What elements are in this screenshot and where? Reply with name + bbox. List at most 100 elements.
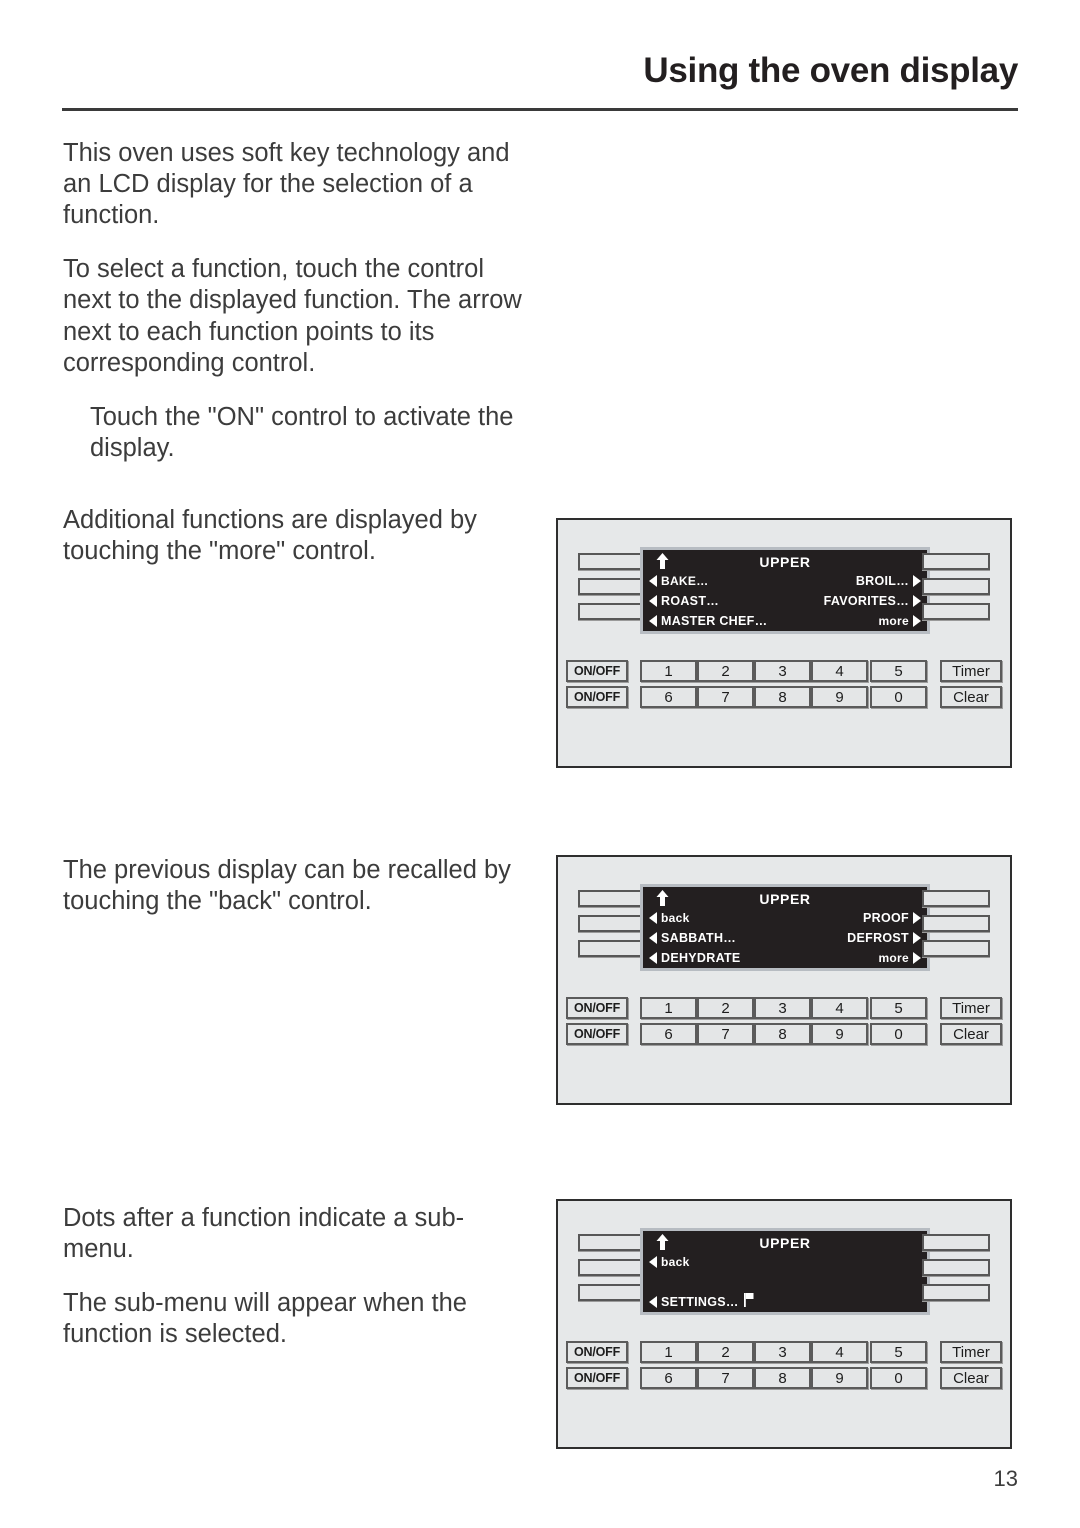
lcd-menu-item-left[interactable]: BAKE… bbox=[649, 571, 709, 591]
page-number: 13 bbox=[993, 1466, 1018, 1491]
on-off-button-lower[interactable]: ON/OFF bbox=[566, 686, 628, 708]
key-9[interactable]: 9 bbox=[811, 1023, 868, 1045]
lcd-menu-item-right[interactable]: FAVORITES… bbox=[824, 591, 921, 611]
left-softkey-column bbox=[578, 1234, 646, 1309]
key-0[interactable]: 0 bbox=[870, 1023, 927, 1045]
on-off-button-upper[interactable]: ON/OFF bbox=[566, 660, 628, 682]
lcd-menu-item-right[interactable]: more bbox=[878, 611, 921, 631]
on-off-button-upper[interactable]: ON/OFF bbox=[566, 997, 628, 1019]
on-off-button-upper[interactable]: ON/OFF bbox=[566, 1341, 628, 1363]
key-9[interactable]: 9 bbox=[811, 686, 868, 708]
lcd-row: SETTINGS… bbox=[643, 1292, 927, 1312]
key-2[interactable]: 2 bbox=[697, 997, 754, 1019]
softkey-left-2[interactable] bbox=[578, 578, 646, 595]
key-6[interactable]: 6 bbox=[640, 1023, 697, 1045]
lcd-display: UPPER back SETTINGS… bbox=[640, 1228, 930, 1315]
key-6[interactable]: 6 bbox=[640, 686, 697, 708]
softkey-left-2[interactable] bbox=[578, 1259, 646, 1276]
lcd-menu-item-settings[interactable]: SETTINGS… bbox=[649, 1292, 754, 1312]
key-0[interactable]: 0 bbox=[870, 686, 927, 708]
left-arrow-icon bbox=[649, 1296, 657, 1308]
key-3[interactable]: 3 bbox=[754, 997, 811, 1019]
timer-button[interactable]: Timer bbox=[940, 997, 1002, 1019]
softkey-left-2[interactable] bbox=[578, 915, 646, 932]
timer-button[interactable]: Timer bbox=[940, 660, 1002, 682]
key-5[interactable]: 5 bbox=[870, 660, 927, 682]
lcd-menu-item-left[interactable]: MASTER CHEF… bbox=[649, 611, 767, 631]
key-8[interactable]: 8 bbox=[754, 1023, 811, 1045]
softkey-right-2[interactable] bbox=[922, 578, 990, 595]
lcd-menu-item-left[interactable]: ROAST… bbox=[649, 591, 719, 611]
lcd-menu-item-back[interactable]: back bbox=[649, 908, 690, 928]
softkey-right-1[interactable] bbox=[922, 890, 990, 907]
clear-button[interactable]: Clear bbox=[940, 1023, 1002, 1045]
lcd-menu-item-right[interactable]: PROOF bbox=[863, 908, 921, 928]
softkey-right-3[interactable] bbox=[922, 1284, 990, 1301]
key-4[interactable]: 4 bbox=[811, 997, 868, 1019]
softkey-right-3[interactable] bbox=[922, 940, 990, 957]
softkey-left-3[interactable] bbox=[578, 1284, 646, 1301]
lcd-display: UPPER BAKE… BROIL… ROAST… FAVORITES… MAS… bbox=[640, 547, 930, 634]
right-softkey-column bbox=[922, 890, 990, 965]
key-1[interactable]: 1 bbox=[640, 997, 697, 1019]
softkey-right-2[interactable] bbox=[922, 915, 990, 932]
key-1[interactable]: 1 bbox=[640, 660, 697, 682]
right-arrow-icon bbox=[913, 912, 921, 924]
clear-button[interactable]: Clear bbox=[940, 686, 1002, 708]
on-off-button-lower[interactable]: ON/OFF bbox=[566, 1023, 628, 1045]
lcd-row: MASTER CHEF… more bbox=[643, 611, 927, 631]
lcd-menu-item-left[interactable]: DEHYDRATE bbox=[649, 948, 741, 968]
key-8[interactable]: 8 bbox=[754, 1367, 811, 1389]
softkey-left-3[interactable] bbox=[578, 940, 646, 957]
paragraph-indented: Touch the "ON" control to activate the d… bbox=[90, 402, 514, 462]
key-4[interactable]: 4 bbox=[811, 660, 868, 682]
key-3[interactable]: 3 bbox=[754, 1341, 811, 1363]
key-7[interactable]: 7 bbox=[697, 1023, 754, 1045]
softkey-right-1[interactable] bbox=[922, 553, 990, 570]
softkey-left-1[interactable] bbox=[578, 553, 646, 570]
timer-button[interactable]: Timer bbox=[940, 1341, 1002, 1363]
key-3[interactable]: 3 bbox=[754, 660, 811, 682]
left-arrow-icon bbox=[649, 575, 657, 587]
clear-button[interactable]: Clear bbox=[940, 1367, 1002, 1389]
key-5[interactable]: 5 bbox=[870, 1341, 927, 1363]
lcd-menu-item-right[interactable]: BROIL… bbox=[856, 571, 921, 591]
keypad-row-top: ON/OFF 1 2 3 4 5 Timer bbox=[558, 660, 1010, 682]
submenu-text-block: Dots after a function indicate a sub-men… bbox=[63, 1203, 533, 1350]
paragraph: The previous display can be recalled by … bbox=[63, 856, 511, 916]
right-arrow-icon bbox=[913, 615, 921, 627]
key-7[interactable]: 7 bbox=[697, 686, 754, 708]
lcd-menu-item-right[interactable]: DEFROST bbox=[847, 928, 921, 948]
on-off-button-lower[interactable]: ON/OFF bbox=[566, 1367, 628, 1389]
key-5[interactable]: 5 bbox=[870, 997, 927, 1019]
softkey-right-2[interactable] bbox=[922, 1259, 990, 1276]
key-2[interactable]: 2 bbox=[697, 1341, 754, 1363]
key-6[interactable]: 6 bbox=[640, 1367, 697, 1389]
lcd-item-label: FAVORITES… bbox=[823, 594, 909, 608]
key-4[interactable]: 4 bbox=[811, 1341, 868, 1363]
key-1[interactable]: 1 bbox=[640, 1341, 697, 1363]
key-9[interactable]: 9 bbox=[811, 1367, 868, 1389]
flag-icon bbox=[743, 1293, 754, 1307]
softkey-right-1[interactable] bbox=[922, 1234, 990, 1251]
keypad: ON/OFF 1 2 3 4 5 Timer ON/OFF 6 7 8 9 0 … bbox=[558, 660, 1010, 712]
softkey-left-1[interactable] bbox=[578, 1234, 646, 1251]
lcd-row: ROAST… FAVORITES… bbox=[643, 591, 927, 611]
lcd-row: back PROOF bbox=[643, 908, 927, 928]
left-arrow-icon bbox=[649, 595, 657, 607]
lcd-menu-item-back[interactable]: back bbox=[649, 1252, 690, 1272]
page-header: Using the oven display bbox=[62, 51, 1018, 91]
lcd-menu-item-left[interactable]: SABBATH… bbox=[649, 928, 736, 948]
key-2[interactable]: 2 bbox=[697, 660, 754, 682]
softkey-right-3[interactable] bbox=[922, 603, 990, 620]
lcd-item-label: PROOF bbox=[863, 911, 909, 925]
keypad-row-top: ON/OFF 1 2 3 4 5 Timer bbox=[558, 997, 1010, 1019]
lcd-row-empty bbox=[643, 1272, 927, 1292]
oven-control-panel-settings: UPPER back SETTINGS… ON/OFF 1 2 3 4 5 Ti… bbox=[556, 1199, 1012, 1449]
key-0[interactable]: 0 bbox=[870, 1367, 927, 1389]
lcd-menu-item-more[interactable]: more bbox=[878, 948, 921, 968]
softkey-left-3[interactable] bbox=[578, 603, 646, 620]
key-8[interactable]: 8 bbox=[754, 686, 811, 708]
key-7[interactable]: 7 bbox=[697, 1367, 754, 1389]
softkey-left-1[interactable] bbox=[578, 890, 646, 907]
